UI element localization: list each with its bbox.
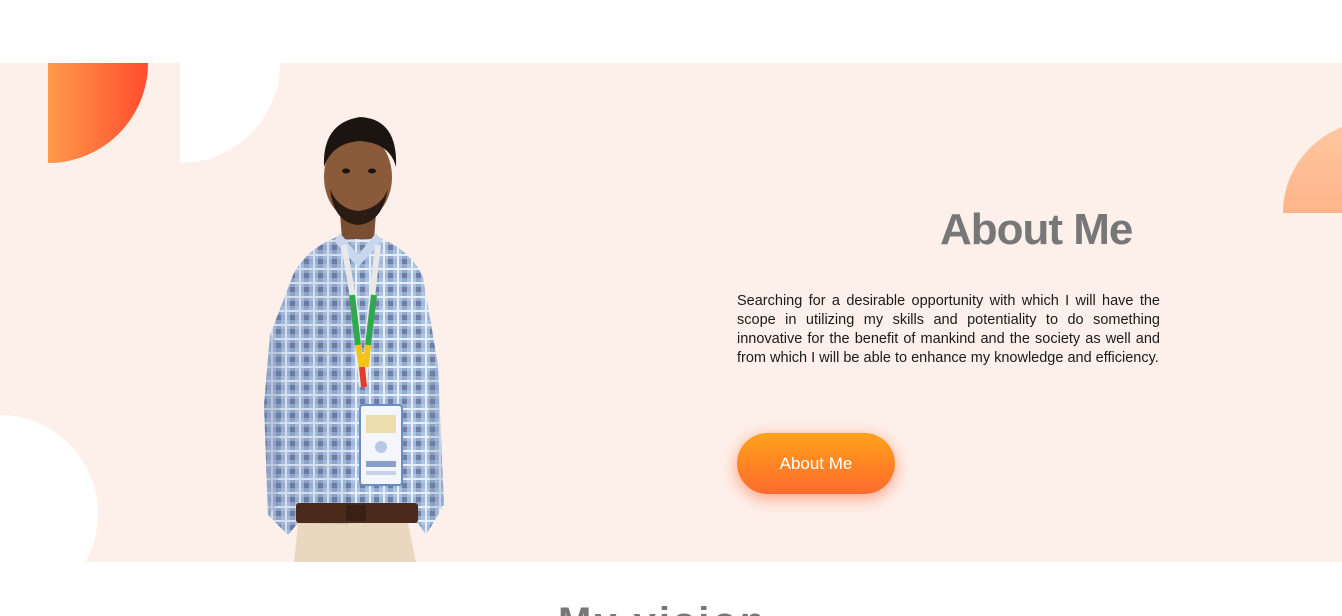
- decorative-white-circle: [0, 415, 98, 562]
- about-me-button[interactable]: About Me: [737, 433, 895, 494]
- next-section-heading: My vision: [558, 602, 767, 616]
- about-title: About Me: [940, 205, 1133, 254]
- about-description: Searching for a desirable opportunity wi…: [737, 293, 1160, 366]
- profile-photo: [264, 117, 444, 562]
- decorative-orange-quarter-circle: [48, 63, 148, 163]
- decorative-peach-quarter-circle: [1283, 121, 1342, 213]
- about-section: About Me Searching for a desirable oppor…: [0, 63, 1342, 562]
- page: About Me Searching for a desirable oppor…: [0, 0, 1342, 616]
